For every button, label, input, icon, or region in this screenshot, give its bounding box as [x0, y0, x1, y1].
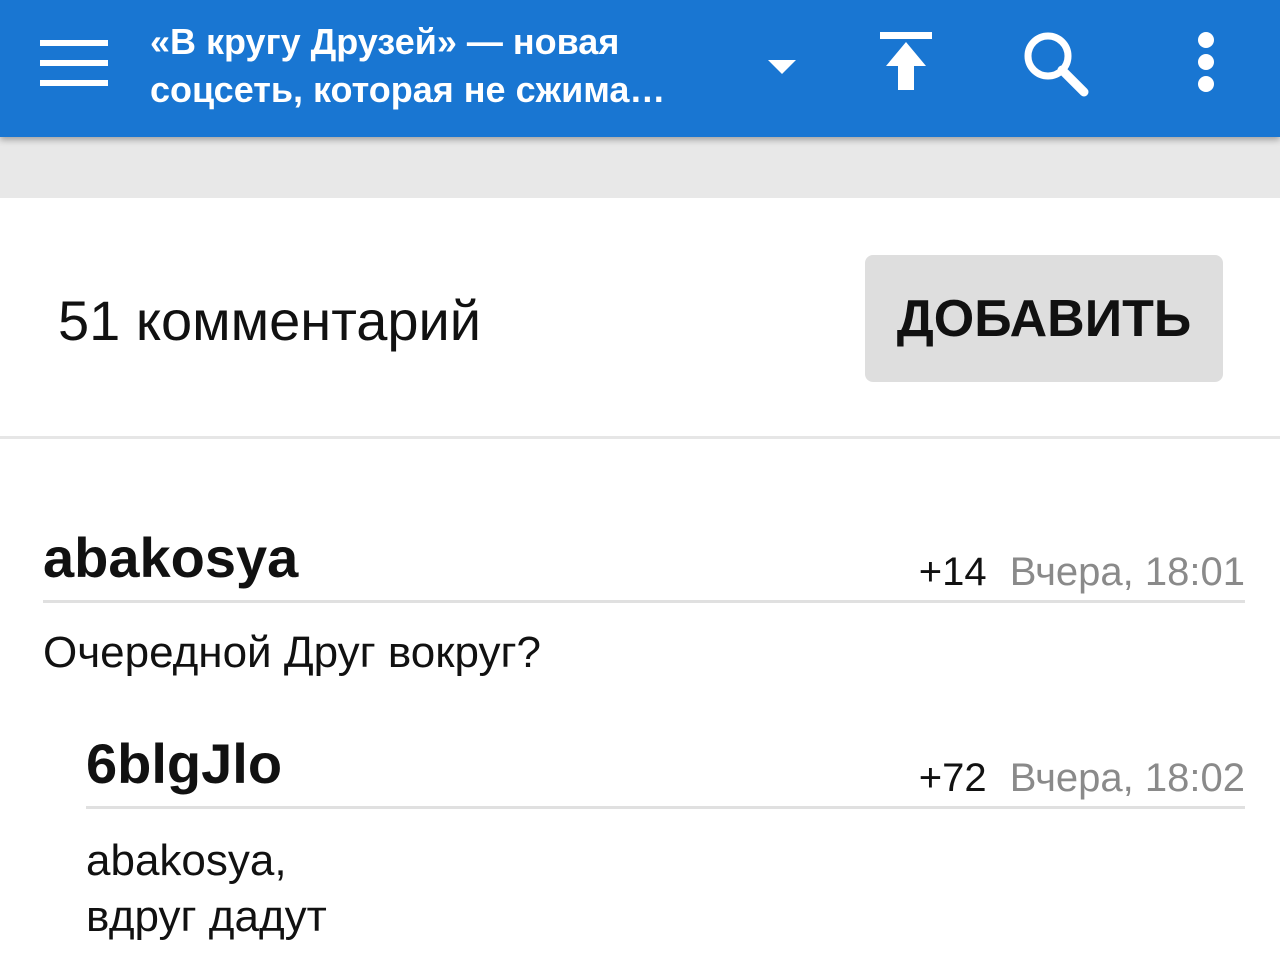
comment-meta: +72 Вчера, 18:02 [919, 756, 1245, 800]
divider [0, 436, 1280, 439]
comment-score: +14 [918, 550, 987, 594]
comment-author[interactable]: abakosya [43, 528, 298, 588]
comment: abakosya +14 Вчера, 18:01 Очередной Друг… [43, 528, 1245, 681]
toolbar-shadow-strip [0, 137, 1280, 198]
comment-text: abakosya, вдруг дадут [86, 833, 1245, 945]
comment-header: 6blgJlo +72 Вчера, 18:02 [86, 734, 1245, 809]
title-line-1: «В кругу Друзей» — новая [150, 21, 620, 62]
menu-icon[interactable] [40, 40, 108, 86]
scroll-top-icon[interactable] [872, 26, 944, 98]
article-title: «В кругу Друзей» — новая соцсеть, котора… [150, 18, 750, 114]
dropdown-arrow-icon[interactable] [760, 40, 804, 90]
add-comment-button[interactable]: ДОБАВИТЬ [865, 255, 1223, 382]
search-icon[interactable] [1018, 26, 1094, 102]
comment-meta: +14 Вчера, 18:01 [919, 550, 1245, 594]
comment-author[interactable]: 6blgJlo [86, 734, 282, 794]
comment-text-line: abakosya, [86, 836, 287, 885]
comment-time: Вчера, 18:01 [1009, 550, 1245, 594]
comment-text: Очередной Друг вокруг? [43, 628, 541, 677]
comment-count: 51 комментарий [58, 289, 482, 352]
comment-header: abakosya +14 Вчера, 18:01 [43, 528, 1245, 603]
comments-header: 51 комментарий ДОБАВИТЬ [0, 198, 1280, 438]
more-vert-icon[interactable] [1180, 26, 1232, 98]
app-bar: «В кругу Друзей» — новая соцсеть, котора… [0, 0, 1280, 137]
comment-time: Вчера, 18:02 [1009, 756, 1245, 800]
comment-reply: 6blgJlo +72 Вчера, 18:02 abakosya, вдруг… [86, 734, 1245, 945]
comment-text-line: вдруг дадут [86, 892, 327, 941]
comment-score: +72 [918, 756, 987, 800]
title-line-2: соцсеть, которая не сжима… [150, 69, 666, 110]
